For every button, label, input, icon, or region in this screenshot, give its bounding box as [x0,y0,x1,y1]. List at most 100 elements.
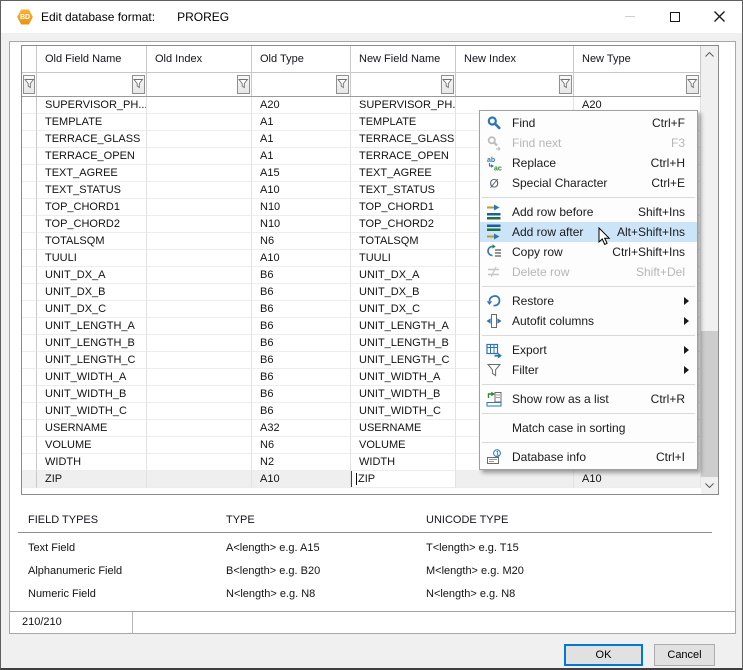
cell-old-type[interactable]: B6 [252,369,351,386]
cell-new-field[interactable]: UNIT_LENGTH_C [351,352,456,369]
cell-old-index[interactable] [147,318,252,335]
cell-old-index[interactable] [147,471,252,488]
ok-button[interactable]: OK [564,644,643,666]
menu-item-special-character[interactable]: ØSpecial CharacterCtrl+E [480,173,697,193]
scroll-down-button[interactable] [701,477,718,494]
row-selector-cell[interactable] [22,199,37,216]
filter-input-new-type[interactable] [574,73,701,96]
cell-old-type[interactable]: A10 [252,250,351,267]
row-selector-cell[interactable] [22,318,37,335]
cell-new-field[interactable]: TEXT_AGREE [351,165,456,182]
cell-old-index[interactable] [147,250,252,267]
cell-old-field[interactable]: UNIT_DX_A [37,267,147,284]
cell-new-field[interactable]: UNIT_LENGTH_A [351,318,456,335]
cell-old-field[interactable]: UNIT_LENGTH_A [37,318,147,335]
cell-new-field[interactable]: UNIT_WIDTH_A [351,369,456,386]
cell-old-type[interactable]: A10 [252,471,351,488]
vertical-scrollbar[interactable] [701,46,718,494]
column-header-new-index[interactable]: New Index [456,46,574,72]
cell-old-index[interactable] [147,301,252,318]
row-selector-cell[interactable] [22,267,37,284]
cell-old-type[interactable]: A15 [252,165,351,182]
cell-old-index[interactable] [147,182,252,199]
cell-old-field[interactable]: TERRACE_GLASS [37,131,147,148]
row-selector-cell[interactable] [22,403,37,420]
cell-new-index[interactable] [456,471,574,488]
cell-new-type[interactable]: A10 [574,471,701,488]
column-header-old-type[interactable]: Old Type [252,46,351,72]
cell-old-type[interactable]: A1 [252,148,351,165]
menu-item-show-row-as-a-list[interactable]: Show row as a listCtrl+R [480,389,697,409]
cell-old-type[interactable]: B6 [252,386,351,403]
cell-old-index[interactable] [147,437,252,454]
cell-old-field[interactable]: ZIP [37,471,147,488]
row-selector-cell[interactable] [22,471,37,488]
row-selector-cell[interactable] [22,182,37,199]
menu-item-add-row-after[interactable]: Add row afterAlt+Shift+Ins [480,222,697,242]
filter-input-new-index[interactable] [456,73,574,96]
cell-old-index[interactable] [147,352,252,369]
cell-old-type[interactable]: N6 [252,437,351,454]
row-selector-cell[interactable] [22,131,37,148]
cell-old-index[interactable] [147,131,252,148]
cell-new-field[interactable]: TOTALSQM [351,233,456,250]
row-selector-cell[interactable] [22,97,37,114]
cell-new-field[interactable]: TEXT_STATUS [351,182,456,199]
cell-old-index[interactable] [147,216,252,233]
cell-old-index[interactable] [147,97,252,114]
titlebar[interactable]: BD Edit database format:PROREG [1,1,742,33]
menu-item-database-info[interactable]: 1Database infoCtrl+I [480,447,697,467]
menu-item-find[interactable]: FindCtrl+F [480,113,697,133]
cell-old-index[interactable] [147,148,252,165]
cell-new-field[interactable]: TUULI [351,250,456,267]
cell-old-field[interactable]: TOP_CHORD2 [37,216,147,233]
cell-new-field[interactable]: VOLUME [351,437,456,454]
cell-old-type[interactable]: N6 [252,233,351,250]
cell-old-type[interactable]: N2 [252,454,351,471]
cell-old-type[interactable]: B6 [252,335,351,352]
table-row-zip[interactable]: ZIPA10ZIPA10 [22,471,718,488]
cancel-button[interactable]: Cancel [654,644,715,666]
cell-old-field[interactable]: TEXT_STATUS [37,182,147,199]
cell-old-field[interactable]: SUPERVISOR_PH... [37,97,147,114]
scrollbar-thumb[interactable] [701,331,718,477]
cell-old-field[interactable]: WIDTH [37,454,147,471]
row-selector-cell[interactable] [22,437,37,454]
menu-item-export[interactable]: Export [480,340,697,360]
row-selector-cell[interactable] [22,352,37,369]
cell-new-field[interactable]: SUPERVISOR_PH... [351,97,456,114]
menu-item-add-row-before[interactable]: Add row beforeShift+Ins [480,202,697,222]
cell-new-field[interactable]: USERNAME [351,420,456,437]
row-selector-cell[interactable] [22,420,37,437]
filter-cell-selector[interactable] [22,73,37,96]
cell-old-field[interactable]: UNIT_WIDTH_A [37,369,147,386]
scroll-up-button[interactable] [701,46,718,63]
cell-old-index[interactable] [147,386,252,403]
cell-old-index[interactable] [147,114,252,131]
cell-old-type[interactable]: B6 [252,403,351,420]
row-selector-cell[interactable] [22,284,37,301]
close-button[interactable] [697,1,742,32]
cell-old-index[interactable] [147,284,252,301]
row-selector-cell[interactable] [22,250,37,267]
cell-old-field[interactable]: UNIT_WIDTH_B [37,386,147,403]
cell-new-field[interactable]: TOP_CHORD1 [351,199,456,216]
cell-old-index[interactable] [147,420,252,437]
cell-old-index[interactable] [147,403,252,420]
row-selector-cell[interactable] [22,386,37,403]
cell-old-field[interactable]: TEMPLATE [37,114,147,131]
cell-new-field[interactable]: UNIT_DX_B [351,284,456,301]
row-selector-cell[interactable] [22,114,37,131]
cell-old-field[interactable]: TUULI [37,250,147,267]
column-header-new-field-name[interactable]: New Field Name [351,46,456,72]
cell-old-type[interactable]: B6 [252,352,351,369]
filter-funnel-button[interactable] [23,75,35,94]
cell-new-field[interactable]: TOP_CHORD2 [351,216,456,233]
cell-old-index[interactable] [147,267,252,284]
row-selector-cell[interactable] [22,165,37,182]
cell-old-type[interactable]: N10 [252,216,351,233]
cell-old-index[interactable] [147,454,252,471]
cell-new-field[interactable]: TERRACE_GLASS [351,131,456,148]
cell-old-type[interactable]: A10 [252,182,351,199]
cell-old-type[interactable]: B6 [252,284,351,301]
